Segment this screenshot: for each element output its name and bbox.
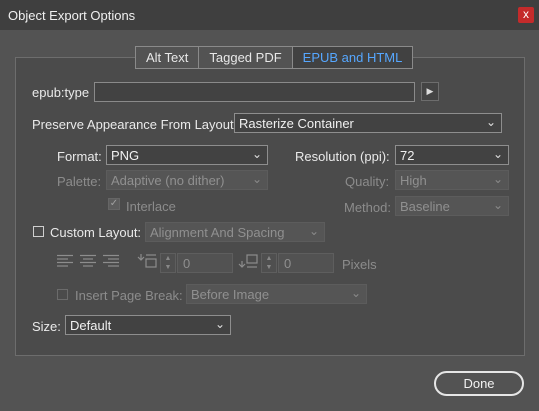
dialog-window: Object Export Options x Alt Text Tagged … [0, 0, 539, 411]
space-before-icon [137, 253, 157, 269]
checkmark-icon: ✓ [109, 198, 119, 209]
page-break-checkbox[interactable] [57, 289, 68, 300]
chevron-down-icon: ⌄ [350, 286, 361, 300]
spin-down-icon: ▼ [265, 264, 273, 271]
preserve-appearance-select[interactable]: Rasterize Container ⌄ [234, 113, 502, 133]
triangle-right-icon: ▶ [426, 86, 434, 96]
tab-bar: Alt Text Tagged PDF EPUB and HTML [135, 46, 414, 69]
custom-layout-value: Alignment And Spacing [150, 225, 285, 240]
tab-alt-text[interactable]: Alt Text [136, 47, 200, 68]
epub-type-input[interactable] [94, 82, 415, 102]
space-before-value: 0 [183, 256, 191, 271]
title-bar: Object Export Options x [0, 0, 539, 30]
chevron-down-icon: ⌄ [485, 115, 496, 129]
align-right-icon[interactable] [103, 254, 119, 267]
interlace-checkbox[interactable]: ✓ [108, 198, 120, 210]
page-break-select[interactable]: Before Image ⌄ [186, 284, 367, 304]
custom-layout-select[interactable]: Alignment And Spacing ⌄ [145, 222, 325, 242]
space-before-spinner[interactable]: ▲ ▼ [160, 253, 176, 273]
chevron-down-icon: ⌄ [492, 198, 503, 212]
custom-layout-label: Custom Layout: [50, 225, 142, 240]
space-after-input[interactable]: 0 [278, 253, 334, 273]
preserve-appearance-value: Rasterize Container [239, 116, 354, 131]
chevron-down-icon: ⌄ [214, 317, 225, 331]
pixels-unit-label: Pixels [342, 257, 377, 272]
close-icon: x [523, 7, 529, 21]
page-break-value: Before Image [191, 287, 270, 302]
page-break-label: Insert Page Break: [75, 288, 183, 303]
alignment-buttons [57, 254, 121, 268]
chevron-down-icon: ⌄ [251, 147, 262, 161]
chevron-down-icon: ⌄ [492, 172, 503, 186]
epub-type-label: epub:type [32, 85, 90, 100]
chevron-down-icon: ⌄ [308, 224, 319, 238]
resolution-value: 72 [400, 148, 415, 163]
quality-label: Quality: [345, 174, 390, 189]
align-center-icon[interactable] [80, 254, 96, 267]
quality-value: High [400, 173, 427, 188]
method-label: Method: [344, 200, 391, 215]
chevron-down-icon: ⌄ [251, 172, 262, 186]
done-button[interactable]: Done [434, 371, 524, 396]
preserve-appearance-label: Preserve Appearance From Layout: [32, 117, 238, 132]
space-after-spinner[interactable]: ▲ ▼ [261, 253, 277, 273]
resolution-label: Resolution (ppi): [295, 149, 390, 164]
palette-value: Adaptive (no dither) [111, 173, 225, 188]
space-after-icon [238, 253, 258, 269]
format-select[interactable]: PNG ⌄ [106, 145, 268, 165]
spin-down-icon: ▼ [164, 264, 172, 271]
size-select[interactable]: Default ⌄ [65, 315, 231, 335]
resolution-select[interactable]: 72 ⌄ [395, 145, 509, 165]
interlace-label: Interlace [126, 199, 176, 214]
window-title: Object Export Options [8, 8, 136, 23]
align-left-icon[interactable] [57, 254, 73, 267]
palette-select[interactable]: Adaptive (no dither) ⌄ [106, 170, 268, 190]
space-before-input[interactable]: 0 [177, 253, 233, 273]
spin-up-icon: ▲ [164, 255, 172, 262]
format-label: Format: [57, 149, 102, 164]
epub-type-menu-button[interactable]: ▶ [421, 82, 439, 101]
method-value: Baseline [400, 199, 450, 214]
method-select[interactable]: Baseline ⌄ [395, 196, 509, 216]
spin-up-icon: ▲ [265, 255, 273, 262]
size-label: Size: [32, 319, 61, 334]
palette-label: Palette: [57, 174, 102, 189]
close-button[interactable]: x [518, 7, 534, 23]
space-after-value: 0 [284, 256, 292, 271]
format-value: PNG [111, 148, 140, 163]
tab-tagged-pdf[interactable]: Tagged PDF [199, 47, 293, 68]
size-value: Default [70, 318, 112, 333]
quality-select[interactable]: High ⌄ [395, 170, 509, 190]
tab-epub-and-html[interactable]: EPUB and HTML [292, 47, 413, 68]
chevron-down-icon: ⌄ [492, 147, 503, 161]
custom-layout-checkbox[interactable] [33, 226, 44, 237]
